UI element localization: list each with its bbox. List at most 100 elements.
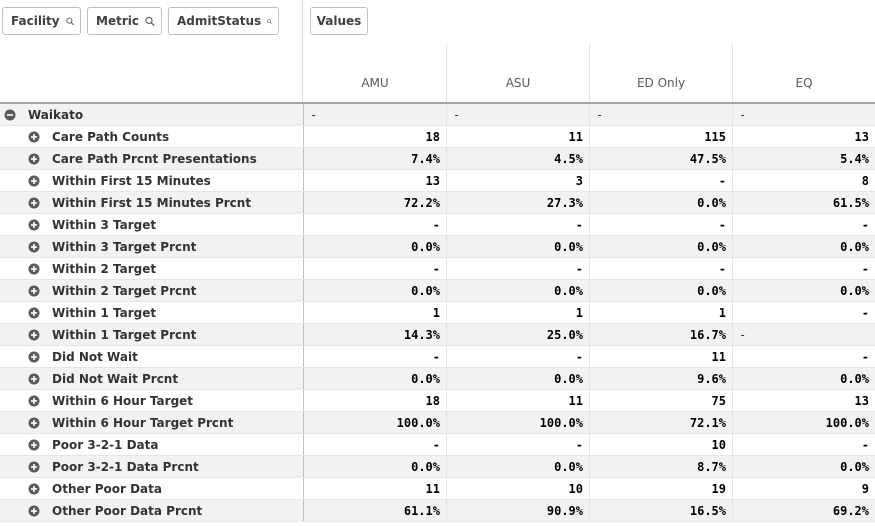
row-header-label: Within First 15 Minutes [52, 173, 211, 188]
table-cell: 13 [854, 393, 869, 408]
row-header[interactable]: Within 6 Hour Target Prcnt [0, 412, 304, 433]
expand-plus-icon[interactable] [28, 197, 40, 209]
row-header[interactable]: Did Not Wait Prcnt [0, 368, 304, 389]
expand-plus-icon[interactable] [28, 285, 40, 297]
table-row: Poor 3-2-1 Data - -10- [0, 434, 875, 456]
expand-plus-icon[interactable] [28, 329, 40, 341]
table-cell: - [304, 258, 447, 279]
table-cell: - [861, 261, 869, 276]
row-header[interactable]: Poor 3-2-1 Data Prcnt [0, 456, 304, 477]
table-row: Within 1 Target 1 1 1- [0, 302, 875, 324]
admitstatus-filter-chip[interactable]: AdmitStatus [168, 7, 279, 35]
expand-plus-icon[interactable] [28, 175, 40, 187]
search-icon[interactable] [65, 15, 74, 28]
expand-plus-icon[interactable] [28, 219, 40, 231]
table-cell: 10 [447, 478, 590, 499]
table-cell: - [304, 434, 447, 455]
table-cell: 0.0% [840, 459, 869, 474]
search-icon[interactable] [267, 15, 272, 28]
table-cell: 10 [590, 434, 733, 455]
row-header[interactable]: Within 1 Target [0, 302, 304, 323]
group-row-label: Waikato [28, 107, 84, 122]
column-header[interactable]: ED Only [590, 44, 733, 103]
expand-plus-icon[interactable] [28, 439, 40, 451]
row-header[interactable]: Other Poor Data Prcnt [0, 500, 304, 521]
row-header[interactable]: Within 3 Target Prcnt [0, 236, 304, 257]
table-cell: 11 [447, 390, 590, 411]
row-header[interactable]: Care Path Counts [0, 126, 304, 147]
row-header-label: Within 6 Hour Target [52, 393, 194, 408]
table-cell: - [861, 437, 869, 452]
table-cell: 3 [447, 170, 590, 191]
table-cell: - [447, 346, 590, 367]
row-header-label: Within First 15 Minutes Prcnt [52, 195, 252, 210]
expand-plus-icon[interactable] [28, 131, 40, 143]
column-header[interactable]: ASU [447, 44, 590, 103]
column-header[interactable]: EQ [733, 44, 875, 103]
table-row: Did Not Wait Prcnt 0.0% 0.0% 9.6% 0.0% [0, 368, 875, 390]
table-cell: 5.4% [840, 151, 869, 166]
row-header[interactable]: Within 2 Target [0, 258, 304, 279]
expand-plus-icon[interactable] [28, 307, 40, 319]
expand-plus-icon[interactable] [28, 417, 40, 429]
table-cell: 75 [590, 390, 733, 411]
row-header-label: Within 3 Target Prcnt [52, 239, 197, 254]
row-header-label: Within 3 Target [52, 217, 157, 232]
table-row: Within First 15 Minutes 13 3- 8 [0, 170, 875, 192]
row-header[interactable]: Poor 3-2-1 Data [0, 434, 304, 455]
search-icon[interactable] [145, 15, 155, 28]
pivot-table: Waikato - - - - Care Path Counts 18 11 115 1… [0, 104, 875, 522]
expand-plus-icon[interactable] [28, 153, 40, 165]
table-cell: - [447, 434, 590, 455]
expand-plus-icon[interactable] [28, 351, 40, 363]
row-header[interactable]: Within First 15 Minutes Prcnt [0, 192, 304, 213]
table-row: Within First 15 Minutes Prcnt 72.2% 27.3% 0… [0, 192, 875, 214]
table-cell: - [861, 217, 869, 232]
table-cell: - [739, 327, 747, 342]
table-cell: 0.0% [840, 283, 869, 298]
table-cell: 0.0% [447, 456, 590, 477]
expand-plus-icon[interactable] [28, 461, 40, 473]
row-header[interactable]: Did Not Wait [0, 346, 304, 367]
table-cell: 90.9% [447, 500, 590, 521]
table-cell: 11 [304, 478, 447, 499]
table-cell: - [304, 346, 447, 367]
expand-plus-icon[interactable] [28, 263, 40, 275]
table-cell: 0.0% [447, 368, 590, 389]
table-cell: 25.0% [447, 324, 590, 345]
expand-plus-icon[interactable] [28, 373, 40, 385]
table-cell: 0.0% [447, 236, 590, 257]
table-cell: 16.7% [590, 324, 733, 345]
table-row: Care Path Prcnt Presentations 7.4% 4.5% 47.… [0, 148, 875, 170]
table-cell: - [590, 170, 733, 191]
table-cell: 47.5% [590, 148, 733, 169]
row-header[interactable]: Within 1 Target Prcnt [0, 324, 304, 345]
row-header[interactable]: Within First 15 Minutes [0, 170, 304, 191]
facility-filter-label: Facility [11, 14, 60, 28]
table-cell: 11 [447, 126, 590, 147]
metric-filter-chip[interactable]: Metric [87, 7, 162, 35]
row-header[interactable]: Care Path Prcnt Presentations [0, 148, 304, 169]
values-chip[interactable]: Values [310, 7, 368, 35]
table-cell: 11 [590, 346, 733, 367]
group-row-header[interactable]: Waikato [0, 104, 304, 125]
expand-plus-icon[interactable] [28, 395, 40, 407]
column-header[interactable]: AMU [304, 44, 447, 103]
facility-filter-chip[interactable]: Facility [2, 7, 81, 35]
row-header[interactable]: Within 3 Target [0, 214, 304, 235]
table-cell: 27.3% [447, 192, 590, 213]
expand-plus-icon[interactable] [28, 241, 40, 253]
table-cell: 0.0% [840, 239, 869, 254]
metric-filter-label: Metric [96, 14, 139, 28]
table-cell: - [447, 104, 590, 125]
row-header[interactable]: Within 6 Hour Target [0, 390, 304, 411]
table-row: Within 6 Hour Target Prcnt 100.0% 100.0% 72… [0, 412, 875, 434]
row-header[interactable]: Other Poor Data [0, 478, 304, 499]
expand-plus-icon[interactable] [28, 505, 40, 517]
collapse-minus-icon[interactable] [4, 109, 16, 121]
table-row: Within 3 Target - - - - [0, 214, 875, 236]
expand-plus-icon[interactable] [28, 483, 40, 495]
row-header[interactable]: Within 2 Target Prcnt [0, 280, 304, 301]
table-cell: 13 [854, 129, 869, 144]
values-area: Values [304, 0, 875, 44]
